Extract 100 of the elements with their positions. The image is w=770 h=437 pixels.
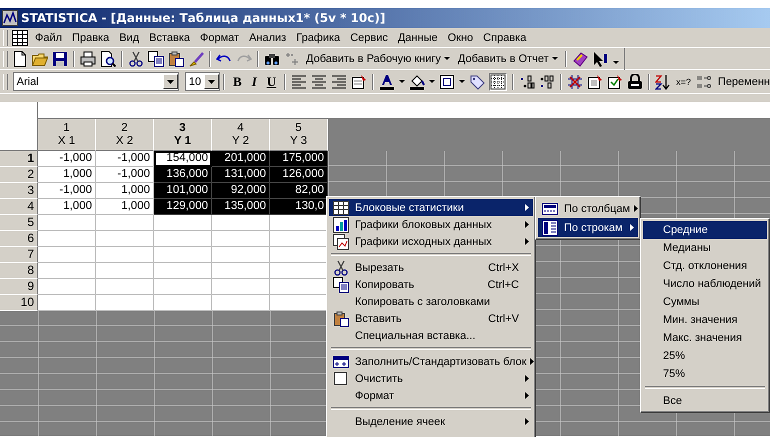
- toolbar-button[interactable]: Добавить в Рабочую книгу: [306, 52, 441, 64]
- table-cell[interactable]: 131,000: [212, 167, 270, 183]
- table-cell[interactable]: [212, 231, 270, 247]
- book-icon[interactable]: [572, 50, 588, 66]
- menu-item[interactable]: Вид: [114, 30, 144, 46]
- table-cell[interactable]: 129,000: [154, 199, 212, 215]
- row-header[interactable]: 8: [0, 263, 38, 279]
- row-header[interactable]: 9: [0, 279, 38, 295]
- menu-item[interactable]: По столбцам: [560, 202, 630, 214]
- menu-item[interactable]: Анализ: [244, 30, 292, 46]
- save-icon[interactable]: [52, 50, 68, 66]
- menu-item[interactable]: Копировать с заголовками: [351, 296, 525, 308]
- caret-icon[interactable]: [429, 80, 436, 83]
- align-center-icon[interactable]: [311, 74, 328, 90]
- font-field[interactable]: Arial: [14, 76, 39, 88]
- decimal-increase-icon[interactable]: [519, 74, 536, 90]
- table-cell[interactable]: [38, 215, 96, 231]
- corner-cell[interactable]: [0, 102, 38, 151]
- table-cell[interactable]: [212, 295, 270, 311]
- table-cell[interactable]: [96, 263, 154, 279]
- menu-item[interactable]: Медианы: [659, 242, 759, 254]
- dropdown-button[interactable]: [162, 74, 178, 89]
- dropdown-button[interactable]: [204, 74, 220, 89]
- pointer-icon[interactable]: [592, 50, 608, 66]
- menu-item[interactable]: Все: [659, 395, 759, 407]
- table-cell[interactable]: -1,000: [38, 183, 96, 199]
- table-cell[interactable]: 136,000: [154, 167, 212, 183]
- decimal-decrease-icon[interactable]: [539, 74, 556, 90]
- table-cell[interactable]: [38, 263, 96, 279]
- printer-icon[interactable]: [80, 50, 96, 66]
- menu-item[interactable]: Макс. значения: [659, 332, 759, 344]
- row-header[interactable]: 2: [0, 167, 38, 183]
- table-cell[interactable]: [154, 231, 212, 247]
- table-cell[interactable]: 126,000: [270, 167, 328, 183]
- table-cell[interactable]: [270, 247, 328, 263]
- table-cell[interactable]: -1,000: [38, 151, 96, 167]
- formula-button[interactable]: x=?: [673, 76, 694, 86]
- menu-item[interactable]: Правка: [67, 30, 114, 46]
- align-left-icon[interactable]: [291, 74, 308, 90]
- table-cell[interactable]: 175,000: [270, 151, 328, 167]
- table-cell[interactable]: [96, 231, 154, 247]
- table-cell[interactable]: [96, 295, 154, 311]
- menu-item[interactable]: Графика: [291, 30, 346, 46]
- grid-icon[interactable]: [489, 72, 508, 90]
- menu-item[interactable]: Графики исходных данных: [351, 236, 521, 248]
- row-header[interactable]: 5: [0, 215, 38, 231]
- fill-bucket-icon[interactable]: [409, 74, 426, 90]
- menu-item[interactable]: Суммы: [659, 296, 759, 308]
- brush-icon[interactable]: [188, 50, 204, 66]
- variables-icon[interactable]: [696, 74, 712, 90]
- toolbar-button[interactable]: Добавить в Отчет: [458, 52, 549, 64]
- row-header[interactable]: 1: [0, 151, 38, 167]
- table-cell[interactable]: [154, 263, 212, 279]
- menu-item[interactable]: Сервис: [345, 30, 393, 46]
- table-cell[interactable]: [270, 279, 328, 295]
- row-header[interactable]: 7: [0, 247, 38, 263]
- table-cell[interactable]: 1,000: [96, 183, 154, 199]
- table-cell[interactable]: 135,000: [212, 199, 270, 215]
- caret-icon[interactable]: [459, 80, 466, 83]
- menu-item[interactable]: Выделение ячеек: [351, 416, 521, 428]
- lock-icon[interactable]: [627, 74, 644, 90]
- italic-button[interactable]: I: [246, 74, 262, 90]
- table-cell[interactable]: 1,000: [38, 199, 96, 215]
- table-cell[interactable]: [38, 295, 96, 311]
- menu-item[interactable]: Данные: [392, 30, 443, 46]
- table-cell[interactable]: [212, 247, 270, 263]
- menu-item[interactable]: 25%: [659, 350, 759, 362]
- table-cell[interactable]: 92,000: [212, 183, 270, 199]
- menu-item[interactable]: Заполнить/Стандартизовать блок: [351, 356, 526, 368]
- menu-item[interactable]: Вставка: [144, 30, 196, 46]
- table-cell[interactable]: -1,000: [96, 167, 154, 183]
- column-header[interactable]: 5 Y 3: [270, 119, 328, 151]
- table-cell[interactable]: [270, 263, 328, 279]
- scissors-icon[interactable]: [128, 50, 144, 66]
- menu-item[interactable]: Вставить: [351, 312, 484, 324]
- table-cell[interactable]: 1,000: [96, 199, 154, 215]
- table-cell[interactable]: [270, 215, 328, 231]
- table-cell[interactable]: 1,000: [38, 167, 96, 183]
- menu-item[interactable]: Окно: [442, 30, 478, 46]
- crossed-grid-icon[interactable]: [567, 74, 584, 90]
- row-header[interactable]: 10: [0, 295, 38, 311]
- table-cell[interactable]: [38, 247, 96, 263]
- variables-button[interactable]: Переменн: [714, 76, 770, 88]
- menu-item[interactable]: Мин. значения: [659, 314, 759, 326]
- menu-item[interactable]: Справка: [478, 30, 532, 46]
- bold-button[interactable]: B: [228, 74, 247, 90]
- table-cell[interactable]: 154,000: [154, 151, 212, 167]
- folder-icon[interactable]: [32, 50, 48, 66]
- table-cell[interactable]: [96, 247, 154, 263]
- menu-item[interactable]: Копировать: [351, 278, 484, 290]
- column-header[interactable]: 1 X 1: [38, 119, 96, 151]
- table-cell[interactable]: -1,000: [96, 151, 154, 167]
- row-header[interactable]: 6: [0, 231, 38, 247]
- table-cell[interactable]: [154, 279, 212, 295]
- table-cell[interactable]: [96, 279, 154, 295]
- menu-item[interactable]: 75%: [659, 368, 759, 380]
- caret-icon[interactable]: [399, 80, 406, 83]
- table-cell[interactable]: [212, 279, 270, 295]
- underline-button[interactable]: U: [262, 74, 282, 90]
- sort-icon[interactable]: [655, 74, 672, 90]
